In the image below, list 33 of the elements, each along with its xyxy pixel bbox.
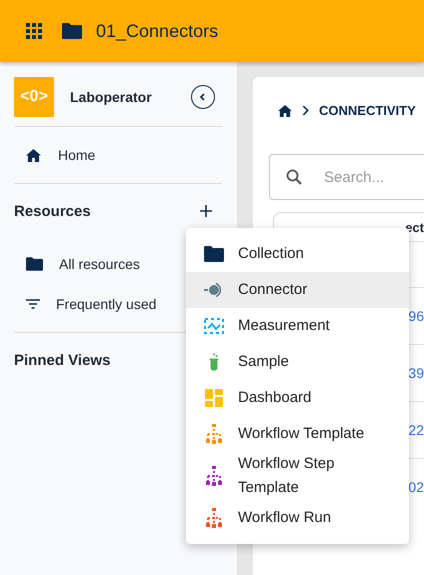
add-icon[interactable] (200, 205, 212, 217)
folder-icon (26, 257, 43, 271)
folder-icon (62, 23, 82, 39)
menu-item[interactable]: Connector (186, 272, 409, 308)
breadcrumb-link[interactable]: CONNECTIVITY (319, 103, 416, 118)
row-link[interactable]: 96 (408, 308, 424, 324)
menu-item[interactable]: Workflow Run (186, 500, 409, 536)
row-link[interactable]: 02 (408, 479, 424, 495)
chevron-right-icon (302, 105, 309, 116)
collapse-sidebar-button[interactable] (191, 85, 215, 109)
home-icon[interactable] (278, 104, 292, 116)
menu-item[interactable]: Dashboard (186, 380, 409, 416)
home-nav-item[interactable]: Home (14, 127, 237, 183)
row-link[interactable]: 39 (408, 365, 424, 381)
menu-item[interactable]: Workflow Template (186, 416, 409, 452)
folder-title: 01_Connectors (96, 20, 218, 42)
org-logo: <0> (14, 77, 54, 117)
menu-item[interactable]: Workflow Step Template (186, 452, 409, 500)
menu-item[interactable]: Sample (186, 344, 409, 380)
measurement-icon (204, 318, 224, 334)
search-field[interactable]: Search... (269, 154, 424, 200)
row-link[interactable]: 22 (408, 422, 424, 438)
test-tube-icon (208, 352, 220, 372)
search-icon (286, 169, 302, 185)
filter-icon (26, 299, 40, 309)
home-icon (26, 148, 41, 162)
connector-icon (204, 282, 224, 298)
section-title: Resources (14, 202, 91, 220)
folder-icon (204, 246, 224, 262)
section-title: Pinned Views (14, 352, 110, 368)
dashboard-icon (205, 389, 223, 407)
org-name: Laboperator (70, 89, 152, 105)
apps-grid-icon[interactable] (26, 23, 42, 39)
